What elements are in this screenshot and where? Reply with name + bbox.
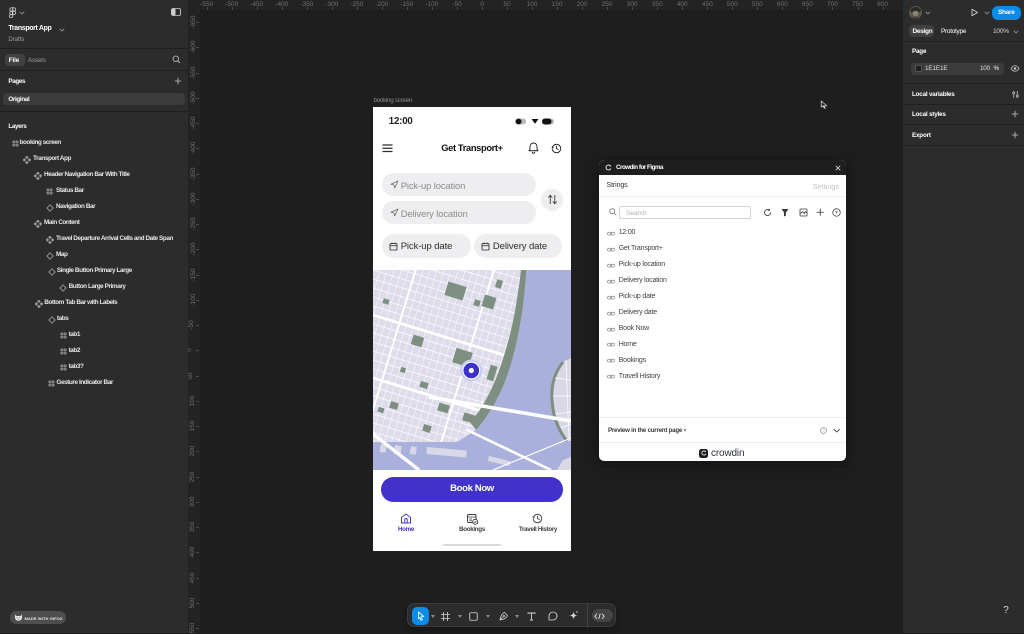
svg-text:?: ?	[835, 210, 838, 216]
svg-text:?: ?	[822, 429, 824, 433]
